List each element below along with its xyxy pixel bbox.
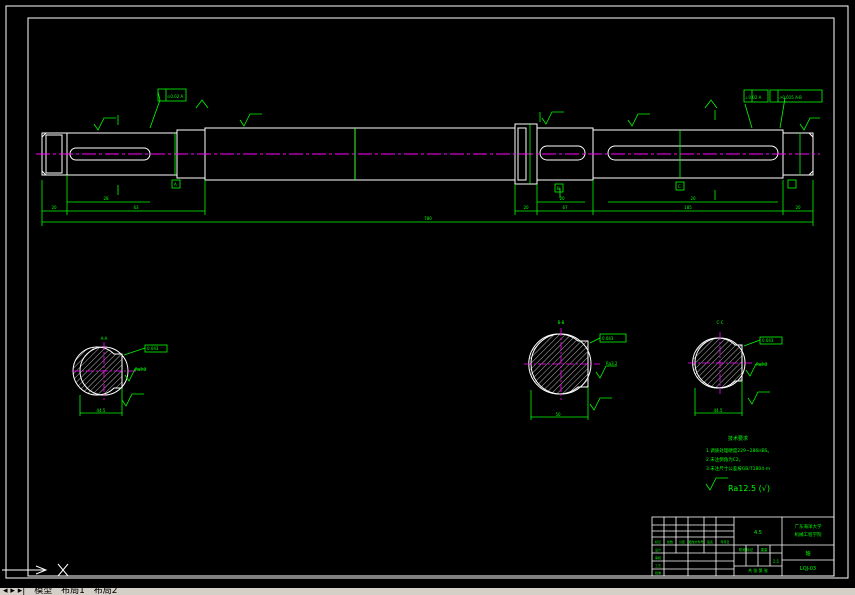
tb-school: 广东海洋大学 xyxy=(795,523,822,530)
section-a-rough: Ra3.2 xyxy=(135,367,147,372)
tb-col-6: 年月日 xyxy=(720,539,729,544)
section-b-label: B-B xyxy=(558,320,565,325)
note-1: 1.调质处理硬度229~286HBS。 xyxy=(706,447,772,454)
tab-layout2[interactable]: 布局2 xyxy=(91,588,121,595)
tolerance-frames-main xyxy=(157,88,823,193)
tab-model[interactable]: 模型 xyxy=(31,588,55,595)
segment-dim-8: 20 xyxy=(690,196,696,201)
section-c-tol: 0.043 xyxy=(762,338,774,343)
datum-label-a: A xyxy=(174,182,177,187)
tb-sheet: 共 张 第 张 xyxy=(748,567,768,573)
tb-row-2: 审核 xyxy=(655,555,661,560)
segment-dim-6: 20 xyxy=(559,196,565,201)
section-c-width: 44.5 xyxy=(714,408,723,413)
segment-dim-7: 185 xyxy=(684,205,692,210)
tb-ratio: 1:1 xyxy=(773,559,780,564)
tol-frame-1: ⊙0.02 A xyxy=(167,94,184,99)
section-b-b: B-B 50 0.043 Ra3.2 xyxy=(524,320,627,420)
cad-drawing-canvas[interactable]: 780 20 28 63 20 67 20 185 20 20 A B C ⊙0… xyxy=(0,0,855,595)
tb-drawing-no: LQJ-03 xyxy=(800,566,816,572)
tol-frame-3: ↗0.015 A-B xyxy=(779,95,802,100)
overall-length-dim: 780 xyxy=(424,216,432,221)
tb-school2: 机械工程学院 xyxy=(795,531,822,538)
tb-row-3: 工艺 xyxy=(655,563,661,568)
tab-layout1[interactable]: 布局1 xyxy=(58,588,88,595)
note-2: 2.未注倒角为C2。 xyxy=(706,456,743,463)
section-c-rough: Ra3.2 xyxy=(756,362,768,367)
tb-col-1: 标记 xyxy=(655,539,661,544)
tb-material: 4.5 xyxy=(754,530,762,536)
segment-dim-2: 28 xyxy=(103,196,109,201)
section-a-width: 44.5 xyxy=(97,408,106,413)
segment-dim-3: 63 xyxy=(133,205,139,210)
note-3: 3.未注尺寸公差按GB/T1804-m xyxy=(706,465,770,472)
segment-dim-1: 20 xyxy=(51,205,57,210)
section-b-rough: Ra3.2 xyxy=(606,361,618,366)
segment-dim-5: 67 xyxy=(562,205,568,210)
section-c-c: C-C 44.5 0.043 Ra3.2 xyxy=(688,320,783,416)
datum-label-b: B xyxy=(557,186,560,191)
section-b-tol: 0.043 xyxy=(602,336,614,341)
tb-col-3: 分区 xyxy=(679,539,685,544)
segment-dim-9: 20 xyxy=(795,205,801,210)
notes-title: 技术要求 xyxy=(728,435,748,442)
general-roughness: Ra12.5 (√) xyxy=(728,484,770,493)
tb-col-2: 处数 xyxy=(667,539,673,544)
section-a-tol: 0.043 xyxy=(147,346,159,351)
technical-requirements: 技术要求 1.调质处理硬度229~286HBS。 2.未注倒角为C2。 3.未注… xyxy=(705,435,772,493)
section-c-label: C-C xyxy=(716,320,723,325)
section-a-label: A-A xyxy=(101,336,108,341)
section-b-width: 50 xyxy=(555,412,561,417)
layout-tab-bar: ◂ ▸ ▸| 模型 布局1 布局2 xyxy=(0,588,855,595)
tab-nav-arrows[interactable]: ◂ ▸ ▸| xyxy=(0,588,28,595)
ucs-icon xyxy=(2,563,69,577)
tb-stage: 阶段标记 xyxy=(739,547,753,552)
inner-drawing-frame xyxy=(27,17,835,577)
tb-row-1: 设计 xyxy=(655,547,661,552)
tol-frame-2: ⊥0.02 A xyxy=(745,95,762,100)
tb-part-name: 轴 xyxy=(805,550,810,557)
section-a-a: A-A 44.5 0.043 Ra3.2 xyxy=(72,336,168,416)
roughness-symbols-main xyxy=(93,99,820,131)
outer-sheet-border xyxy=(5,5,849,579)
datum-label-c: C xyxy=(678,184,681,189)
tb-row-4: 批准 xyxy=(655,570,661,575)
tb-col-5: 签名 xyxy=(707,539,713,544)
segment-dim-4: 20 xyxy=(523,205,529,210)
dimension-lines xyxy=(41,91,814,226)
tb-weight: 重量 xyxy=(761,547,769,552)
tb-col-4: 更改文件号 xyxy=(688,539,703,544)
